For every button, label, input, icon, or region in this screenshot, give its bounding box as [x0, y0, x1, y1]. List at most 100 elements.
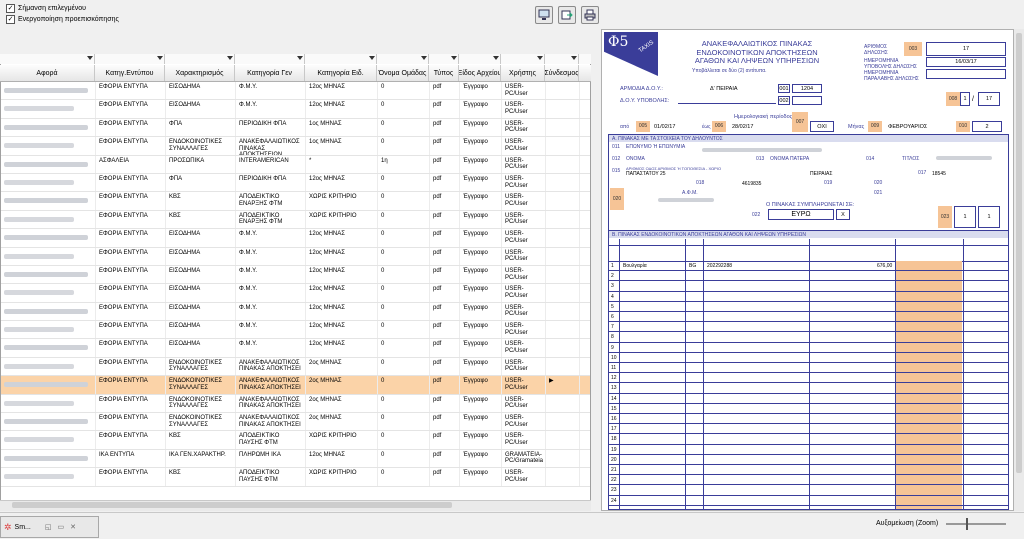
- table-row[interactable]: ΙΚΑ ΕΝΤΥΠΑ ΙΚΑ ΓΕΝ.ΧΑΡΑΚΤΗΡ. ΠΛΗΡΩΜΗ ΙΚΑ 12…: [1, 449, 590, 469]
- table-row[interactable]: ΕΦΟΡΙΑ ΕΝΤΥΠΑ ΕΙΣΟΔΗΜΑ Φ.Μ.Υ. 12ος ΜΗΝΑΣ 0 pd…: [1, 284, 590, 303]
- column-header[interactable]: Σύνδεσμος: [545, 65, 579, 81]
- column-filter[interactable]: [235, 54, 305, 64]
- mark-selected-checkbox[interactable]: ✓ Σήμανση επιλεγμένου: [0, 3, 86, 14]
- cell-link[interactable]: [546, 173, 580, 192]
- column-filter[interactable]: [305, 54, 377, 64]
- cell-link[interactable]: [546, 247, 580, 265]
- cell-xar: ΕΝΔΟΚΟΙΝΟΤΙΚΕΣ ΣΥΝΑΛΛΑΓΕΣ: [166, 376, 236, 394]
- column-header[interactable]: Αφορά: [0, 65, 95, 81]
- cell-link[interactable]: [546, 118, 580, 137]
- column-header[interactable]: Όνομα Ομάδας: [377, 65, 429, 81]
- cell-link[interactable]: [546, 357, 580, 376]
- table-row[interactable]: ΕΦΟΡΙΑ ΕΝΤΥΠΑ ΕΝΔΟΚΟΙΝΟΤΙΚΕΣ ΣΥΝΑΛΛΑΓΕΣ ΑΝ…: [1, 413, 590, 432]
- table-row[interactable]: ΕΦΟΡΙΑ ΕΝΤΥΠΑ ΕΝΔΟΚΟΙΝΟΤΙΚΕΣ ΣΥΝΑΛΛΑΓΕΣ ΑΝ…: [1, 137, 590, 156]
- print-button[interactable]: [581, 6, 599, 24]
- cell-link[interactable]: ▶: [546, 376, 580, 394]
- cell-link[interactable]: [546, 265, 580, 284]
- cell-link[interactable]: [546, 210, 580, 229]
- table-row[interactable]: ΕΦΟΡΙΑ ΕΝΤΥΠΑ ΕΙΣΟΔΗΜΑ Φ.Μ.Υ. 12ος ΜΗΝΑΣ 0 pd…: [1, 302, 590, 322]
- table-row[interactable]: ΕΦΟΡΙΑ ΕΝΤΥΠΑ ΦΠΑ ΠΕΡΙΟΔΙΚΗ ΦΠΑ 12ος ΜΗΝΑΣ 0…: [1, 173, 590, 193]
- table-row[interactable]: ΕΦΟΡΙΑ ΕΝΤΥΠΑ ΕΙΣΟΔΗΜΑ Φ.Μ.Υ. 12ος ΜΗΝΑΣ 0 pd…: [1, 82, 590, 101]
- cell-user: USER-PC/User: [502, 192, 546, 210]
- table-row[interactable]: ΕΦΟΡΙΑ ΕΝΤΥΠΑ ΕΙΣΟΔΗΜΑ Φ.Μ.Υ. 12ος ΜΗΝΑΣ 0 pd…: [1, 247, 590, 266]
- cell-link[interactable]: [546, 302, 580, 321]
- dropdown-arrow-icon[interactable]: [571, 56, 577, 60]
- zoom-slider-track[interactable]: [946, 523, 1006, 525]
- column-filter[interactable]: [429, 54, 459, 64]
- cell-eid: ΧΩΡΙΣ ΚΡΙΤΗΡΙΟ: [306, 192, 378, 210]
- display-button[interactable]: [535, 6, 553, 24]
- column-filter[interactable]: [459, 54, 501, 64]
- enable-preview-checkbox[interactable]: ✓ Ενεργοποίηση προεπισκόπησης: [0, 14, 119, 25]
- checkbox-box[interactable]: ✓: [6, 4, 15, 13]
- cell-link[interactable]: [546, 192, 580, 210]
- column-header[interactable]: Τύπος: [429, 65, 459, 81]
- table-row[interactable]: ΕΦΟΡΙΑ ΕΝΤΥΠΑ ΚΒΣ ΑΠΟΔΕΙΚΤΙΚΟ ΠΑΥΣΗΣ ΦΤΜ ΧΩ…: [1, 468, 590, 487]
- table-row[interactable]: ΕΦΟΡΙΑ ΕΝΤΥΠΑ ΚΒΣ ΑΠΟΔΕΙΚΤΙΚΟ ΠΑΥΣΗΣ ΦΤΜ ΧΩ…: [1, 431, 590, 450]
- column-header[interactable]: Κατηγορία Ειδ.: [305, 65, 377, 81]
- checkbox-box[interactable]: ✓: [6, 15, 15, 24]
- column-filter[interactable]: [545, 54, 579, 64]
- table-row[interactable]: ΕΦΟΡΙΑ ΕΝΤΥΠΑ ΕΙΣΟΔΗΜΑ Φ.Μ.Υ. 12ος ΜΗΝΑΣ 0 pd…: [1, 229, 590, 248]
- column-filter[interactable]: [95, 54, 165, 64]
- column-filter[interactable]: [377, 54, 429, 64]
- cell-link[interactable]: [546, 413, 580, 431]
- dropdown-arrow-icon[interactable]: [369, 56, 375, 60]
- column-filter[interactable]: [165, 54, 235, 64]
- table-row[interactable]: ΕΦΟΡΙΑ ΕΝΤΥΠΑ ΕΙΣΟΔΗΜΑ Φ.Μ.Υ. 12ος ΜΗΝΑΣ 0 pd…: [1, 339, 590, 358]
- cell-link[interactable]: [546, 284, 580, 302]
- table-row[interactable]: ΕΦΟΡΙΑ ΕΝΤΥΠΑ ΕΙΣΟΔΗΜΑ Φ.Μ.Υ. 12ος ΜΗΝΑΣ 0 pd…: [1, 265, 590, 285]
- table-row[interactable]: ΕΦΟΡΙΑ ΕΝΤΥΠΑ ΕΝΔΟΚΟΙΝΟΤΙΚΕΣ ΣΥΝΑΛΛΑΓΕΣ ΑΝ…: [1, 376, 590, 395]
- dropdown-arrow-icon[interactable]: [421, 56, 427, 60]
- cell-link[interactable]: [546, 394, 580, 413]
- dropdown-arrow-icon[interactable]: [297, 56, 303, 60]
- minimized-window-tab[interactable]: ✲ Sm... ◱ ▭ ✕: [0, 516, 99, 538]
- cell-link[interactable]: [546, 468, 580, 486]
- cell-grp: 0: [378, 100, 430, 118]
- table-row[interactable]: ΕΦΟΡΙΑ ΕΝΤΥΠΑ ΦΠΑ ΠΕΡΙΟΔΙΚΗ ΦΠΑ 1ος ΜΗΝΑΣ 0 p…: [1, 118, 590, 138]
- horizontal-scroll-thumb[interactable]: [12, 502, 452, 508]
- dropdown-arrow-icon[interactable]: [227, 56, 233, 60]
- cell-link[interactable]: [546, 100, 580, 118]
- table-row[interactable]: ΕΦΟΡΙΑ ΕΝΤΥΠΑ ΕΙΣΟΔΗΜΑ Φ.Μ.Υ. 12ος ΜΗΝΑΣ 0 pd…: [1, 321, 590, 340]
- dropdown-arrow-icon[interactable]: [493, 56, 499, 60]
- export-icon: [561, 10, 573, 20]
- column-header[interactable]: Χαρακτηρισμός: [165, 65, 235, 81]
- column-filter[interactable]: [501, 54, 545, 64]
- column-filter[interactable]: [0, 54, 95, 64]
- vertical-scroll-thumb[interactable]: [1016, 33, 1022, 473]
- zoom-slider-thumb[interactable]: [966, 518, 968, 530]
- export-button[interactable]: [558, 6, 576, 24]
- table-row[interactable]: ΕΦΟΡΙΑ ΕΝΤΥΠΑ ΕΝΔΟΚΟΙΝΟΤΙΚΕΣ ΣΥΝΑΛΛΑΓΕΣ ΑΝ…: [1, 357, 590, 377]
- table-row[interactable]: ΕΦΟΡΙΑ ΕΝΤΥΠΑ ΚΒΣ ΑΠΟΔΕΙΚΤΙΚΟ ΕΝΑΡΞΗΣ ΦΤΜ Χ…: [1, 192, 590, 211]
- line1-value: 676,00: [877, 263, 893, 269]
- table-row[interactable]: ΕΦΟΡΙΑ ΕΝΤΥΠΑ ΕΙΣΟΔΗΜΑ Φ.Μ.Υ. 12ος ΜΗΝΑΣ 0 pd…: [1, 100, 590, 119]
- cell-link[interactable]: [546, 449, 580, 468]
- cell-link[interactable]: [546, 321, 580, 339]
- cell-link[interactable]: [546, 155, 580, 173]
- column-header[interactable]: Χρήστης: [501, 65, 545, 81]
- column-header[interactable]: Είδος Αρχείου: [459, 65, 501, 81]
- cell-grp: 0: [378, 302, 430, 321]
- dropdown-arrow-icon[interactable]: [87, 56, 93, 60]
- line-number: 21: [611, 467, 617, 473]
- table-row[interactable]: ΑΣΦΑΛΕΙΑ ΠΡΟΣΩΠΙΚΑ INTERAMERICAN * 1η pdf Έγγρ…: [1, 155, 590, 174]
- cell-link[interactable]: [546, 339, 580, 357]
- dropdown-arrow-icon[interactable]: [451, 56, 457, 60]
- column-header[interactable]: Κατηγ.Εντύπου: [95, 65, 165, 81]
- close-icon[interactable]: ✕: [70, 523, 76, 531]
- restore-icon[interactable]: ◱: [45, 523, 52, 531]
- cell-link[interactable]: [546, 82, 580, 100]
- dropdown-arrow-icon[interactable]: [157, 56, 163, 60]
- dropdown-arrow-icon[interactable]: [537, 56, 543, 60]
- column-header[interactable]: Κατηγορία Γεν: [235, 65, 305, 81]
- cell-link[interactable]: [546, 229, 580, 247]
- form-line: 11: [609, 363, 1008, 374]
- cell-gen: Φ.Μ.Υ.: [236, 247, 306, 265]
- cell-link[interactable]: [546, 431, 580, 449]
- maximize-icon[interactable]: ▭: [58, 523, 65, 531]
- cell-link[interactable]: [546, 137, 580, 155]
- table-row[interactable]: ΕΦΟΡΙΑ ΕΝΤΥΠΑ ΕΝΔΟΚΟΙΝΟΤΙΚΕΣ ΣΥΝΑΛΛΑΓΕΣ ΑΝ…: [1, 394, 590, 414]
- cell-xar: ΚΒΣ: [166, 431, 236, 449]
- table-row[interactable]: ΕΦΟΡΙΑ ΕΝΤΥΠΑ ΚΒΣ ΑΠΟΔΕΙΚΤΙΚΟ ΕΝΑΡΞΗΣ ΦΤΜ Χ…: [1, 210, 590, 230]
